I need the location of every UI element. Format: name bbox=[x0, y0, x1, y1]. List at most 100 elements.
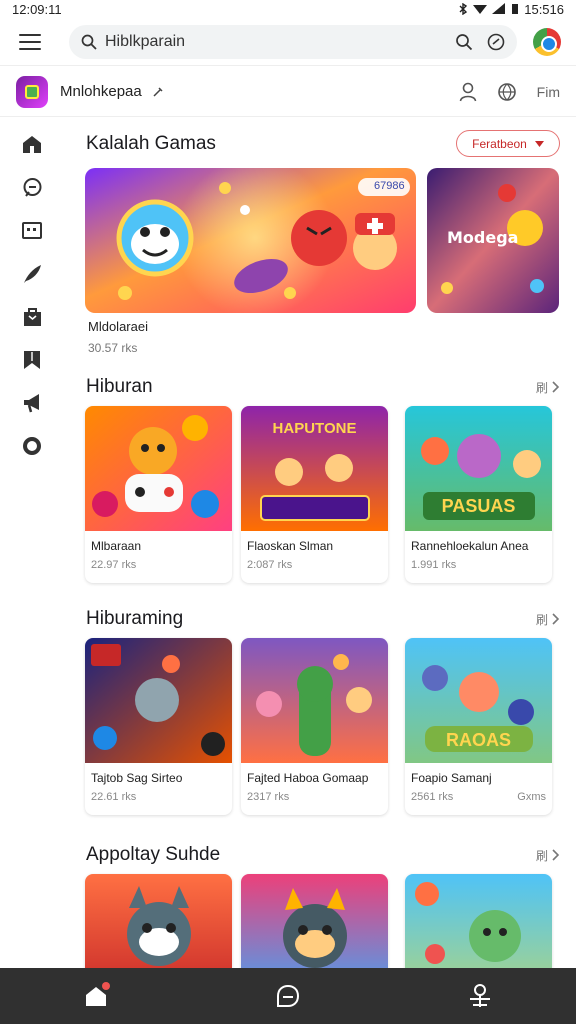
game-card[interactable] bbox=[241, 874, 388, 968]
status-icons: 15:516 bbox=[458, 2, 564, 17]
game-thumbnail bbox=[241, 638, 388, 763]
pencil-icon[interactable] bbox=[152, 86, 164, 98]
game-meta: 1.991 rks bbox=[411, 559, 457, 571]
game-card[interactable]: HAPUTONE Flaoskan Slman 2:087 rks bbox=[241, 406, 388, 583]
section-appoltay: Appoltay Suhde 刷 bbox=[72, 844, 576, 968]
bag-icon bbox=[23, 307, 41, 326]
chat-icon bbox=[23, 178, 41, 197]
status-time: 12:09:11 bbox=[12, 1, 62, 17]
game-card[interactable]: Fajted Haboa Gomaap 2317 rks bbox=[241, 638, 388, 815]
see-more-link[interactable]: 刷 bbox=[536, 847, 560, 864]
search-submit-icon[interactable] bbox=[455, 33, 473, 51]
game-thumbnail: HAPUTONE bbox=[241, 406, 388, 531]
section-hiburan: Hiburan 刷 Mlbaraan 22.97 rks HAPUTONE Fl… bbox=[72, 376, 576, 596]
search-input[interactable]: Hiblkparain bbox=[105, 33, 455, 51]
sidebar bbox=[0, 118, 64, 968]
game-meta: 2:087 rks bbox=[247, 559, 293, 571]
featured-title: Kalalah Gamas bbox=[86, 132, 216, 154]
bookmark-icon bbox=[24, 350, 40, 369]
featured-banner-badge: 67986 bbox=[374, 180, 405, 192]
see-more-label: 刷 bbox=[535, 612, 548, 627]
see-more-label: 刷 bbox=[535, 848, 548, 863]
sidebar-item-bookmark[interactable] bbox=[21, 349, 43, 370]
game-card[interactable]: Tajtob Sag Sirteo 22.61 rks bbox=[85, 638, 232, 815]
app-logo[interactable] bbox=[16, 75, 48, 108]
game-thumbnail: RAOAS bbox=[405, 638, 552, 763]
game-thumbnail bbox=[241, 874, 388, 968]
game-art-title: PASUAS bbox=[441, 496, 516, 516]
profile-icon[interactable] bbox=[459, 82, 477, 102]
game-card[interactable]: RAOAS Foapio Samanj 2561 rks Gxms bbox=[405, 638, 552, 815]
featured-item-title[interactable]: Mldolaraei bbox=[88, 319, 148, 334]
chevron-right-icon bbox=[552, 849, 560, 861]
bluetooth-icon bbox=[459, 3, 468, 15]
caret-down-icon bbox=[534, 140, 544, 147]
browser-logo[interactable] bbox=[533, 27, 561, 56]
game-meta: 22.61 rks bbox=[91, 791, 137, 803]
game-thumbnail: PASUAS bbox=[405, 406, 552, 531]
app-header: Mnlohkepaa Fim bbox=[0, 67, 576, 117]
bottom-nav-profile[interactable] bbox=[466, 982, 494, 1010]
game-thumbnail bbox=[405, 874, 552, 968]
section-title: Hiburan bbox=[86, 376, 153, 397]
search-icon bbox=[81, 34, 97, 50]
see-more-link[interactable]: 刷 bbox=[536, 611, 560, 628]
chevron-right-icon bbox=[552, 381, 560, 393]
status-bar: 12:09:11 15:516 bbox=[0, 0, 576, 18]
app-header-right-text[interactable]: Fim bbox=[537, 84, 560, 100]
game-card[interactable]: PASUAS Rannehloekalun Anea 1.991 rks bbox=[405, 406, 552, 583]
sidebar-item-feather[interactable] bbox=[21, 263, 43, 284]
globe-icon[interactable] bbox=[497, 82, 517, 102]
bottom-nav-home[interactable] bbox=[82, 982, 110, 1010]
game-meta: 2561 rks bbox=[411, 791, 454, 803]
filter-label: Feratbeon bbox=[472, 136, 527, 151]
feather-icon bbox=[24, 264, 41, 283]
sidebar-item-home[interactable] bbox=[21, 134, 43, 155]
sidebar-item-circle[interactable] bbox=[21, 435, 43, 456]
bottom-nav-bar bbox=[0, 968, 576, 1024]
featured-banner-secondary[interactable]: Modega bbox=[427, 168, 559, 313]
signal-icon bbox=[492, 3, 506, 14]
sidebar-item-chat[interactable] bbox=[21, 177, 43, 198]
game-title: Foapio Samanj bbox=[411, 771, 492, 785]
section-hiburaming: Hiburaming 刷 Tajtob Sag Sirteo 22.61 rks… bbox=[72, 608, 576, 828]
battery-icon bbox=[512, 4, 519, 14]
sidebar-item-tv[interactable] bbox=[21, 220, 43, 241]
game-title: Mlbaraan bbox=[91, 539, 142, 553]
game-title: Rannehloekalun Anea bbox=[411, 539, 529, 553]
notification-dot bbox=[102, 982, 110, 990]
section-title: Hiburaming bbox=[86, 608, 184, 629]
chat-icon bbox=[277, 984, 300, 1007]
search-bar[interactable]: Hiblkparain bbox=[69, 24, 517, 59]
featured-banner[interactable]: 67986 bbox=[85, 168, 416, 313]
app-name: Mnlohkepaa bbox=[60, 83, 142, 100]
filter-dropdown[interactable]: Feratbeon bbox=[456, 130, 560, 157]
status-right-time: 15:516 bbox=[524, 1, 564, 17]
game-title: Flaoskan Slman bbox=[247, 539, 334, 553]
home-icon bbox=[23, 136, 41, 153]
browser-top-bar: Hiblkparain bbox=[0, 18, 576, 66]
game-card[interactable]: Mlbaraan 22.97 rks bbox=[85, 406, 232, 583]
menu-icon[interactable] bbox=[19, 33, 41, 50]
game-thumbnail bbox=[85, 874, 232, 968]
game-art-title: HAPUTONE bbox=[272, 420, 357, 437]
game-card[interactable] bbox=[85, 874, 232, 968]
sidebar-item-bag[interactable] bbox=[21, 306, 43, 327]
circle-icon bbox=[23, 436, 41, 455]
game-title: Fajted Haboa Gomaap bbox=[247, 771, 369, 785]
game-art-title: RAOAS bbox=[445, 730, 511, 750]
megaphone-icon bbox=[23, 393, 39, 412]
game-card[interactable] bbox=[405, 874, 552, 968]
game-tag: Gxms bbox=[517, 791, 546, 803]
featured-side-text: Modega bbox=[447, 228, 519, 247]
game-meta: 2317 rks bbox=[247, 791, 290, 803]
bottom-nav-chat[interactable] bbox=[274, 982, 302, 1010]
sidebar-item-megaphone[interactable] bbox=[21, 392, 43, 413]
chevron-right-icon bbox=[552, 613, 560, 625]
see-more-label: 刷 bbox=[535, 380, 548, 395]
lens-icon[interactable] bbox=[487, 33, 505, 51]
wifi-icon bbox=[473, 5, 488, 14]
game-thumbnail bbox=[85, 638, 232, 763]
person-icon bbox=[470, 984, 490, 1007]
see-more-link[interactable]: 刷 bbox=[536, 379, 560, 396]
